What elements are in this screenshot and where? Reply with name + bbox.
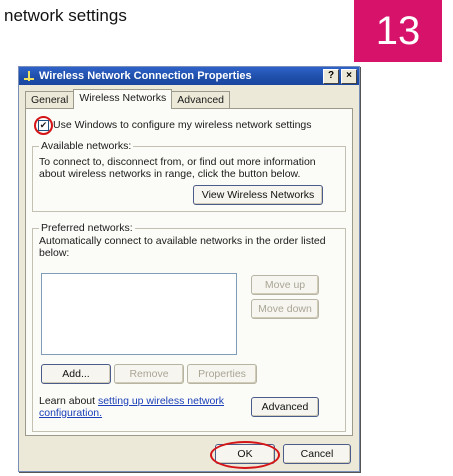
tab-wireless-networks[interactable]: Wireless Networks — [73, 89, 173, 109]
move-up-button[interactable]: Move up — [251, 275, 319, 295]
preferred-networks-text-2: below: — [39, 247, 70, 259]
dialog-title: Wireless Network Connection Properties — [39, 70, 252, 82]
page-title: network settings — [4, 6, 127, 25]
tab-general[interactable]: General — [25, 91, 75, 109]
preferred-networks-legend: Preferred networks: — [39, 222, 135, 234]
cancel-button[interactable]: Cancel — [283, 444, 351, 464]
available-networks-legend: Available networks: — [39, 140, 134, 152]
tab-strip: General Wireless Networks Advanced — [25, 89, 230, 109]
highlight-circle — [34, 115, 53, 135]
help-button[interactable]: ? — [323, 68, 339, 84]
use-windows-checkbox[interactable]: ✔ — [34, 115, 53, 135]
preferred-networks-list[interactable] — [41, 273, 237, 355]
properties-dialog: Wireless Network Connection Properties ?… — [18, 66, 360, 472]
tab-advanced[interactable]: Advanced — [171, 91, 230, 109]
setup-wireless-link[interactable]: setting up wireless network — [98, 395, 224, 407]
move-down-button[interactable]: Move down — [251, 299, 319, 319]
available-networks-text-1: To connect to, disconnect from, or find … — [39, 156, 316, 168]
title-bar[interactable]: Wireless Network Connection Properties ?… — [19, 67, 359, 85]
step-number-badge: 13 — [354, 0, 442, 62]
add-button[interactable]: Add... — [41, 364, 111, 384]
preferred-networks-text-1: Automatically connect to available netwo… — [39, 235, 326, 247]
ok-highlight-circle — [210, 441, 280, 469]
preferred-networks-group: Preferred networks: Automatically connec… — [32, 222, 346, 432]
available-networks-group: Available networks: To connect to, disco… — [32, 140, 346, 212]
learn-about-text: Learn about setting up wireless network … — [39, 395, 224, 419]
network-icon — [23, 70, 35, 82]
learn-about-prefix: Learn about — [39, 395, 98, 407]
close-button[interactable]: × — [341, 68, 357, 84]
view-wireless-networks-button[interactable]: View Wireless Networks — [193, 185, 323, 205]
wireless-networks-panel: ✔ Use Windows to configure my wireless n… — [25, 108, 353, 436]
available-networks-text-2: about wireless networks in range, click … — [39, 168, 301, 180]
use-windows-option[interactable]: ✔ Use Windows to configure my wireless n… — [34, 115, 312, 135]
advanced-button[interactable]: Advanced — [251, 397, 319, 417]
properties-button[interactable]: Properties — [187, 364, 257, 384]
use-windows-label: Use Windows to configure my wireless net… — [53, 119, 312, 131]
remove-button[interactable]: Remove — [114, 364, 184, 384]
configuration-link[interactable]: configuration. — [39, 407, 102, 419]
